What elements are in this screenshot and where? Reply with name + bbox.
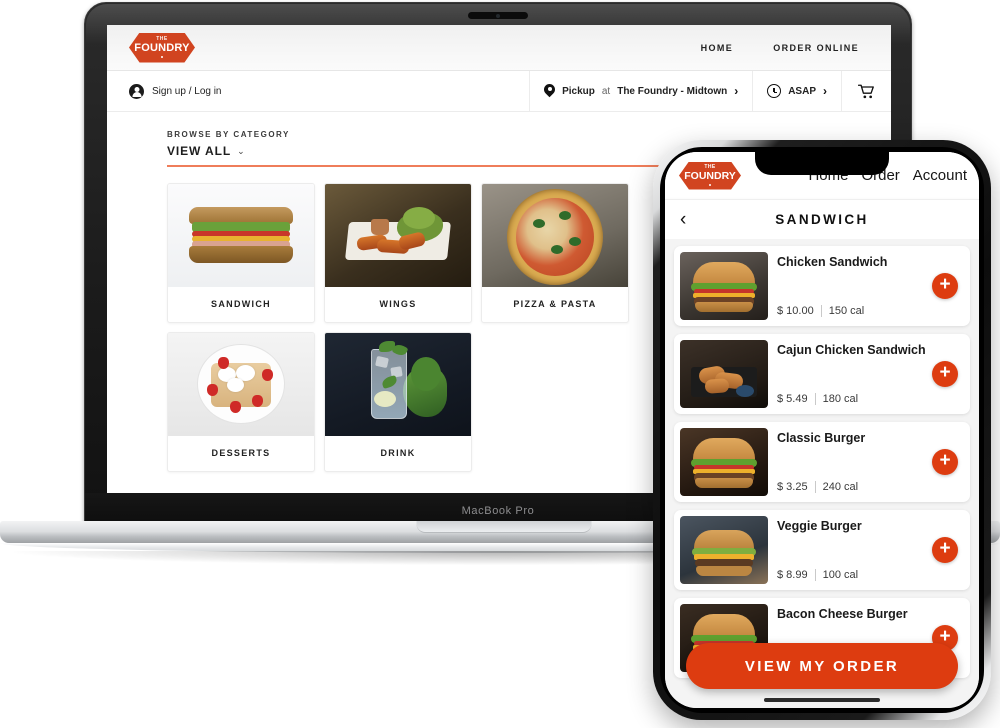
logo-foundry-text: FOUNDRY [134, 42, 190, 54]
category-label: DESSERTS [211, 448, 271, 459]
drink-photo [325, 332, 471, 436]
brand-logo[interactable]: THE FOUNDRY [129, 32, 195, 63]
pizza-photo [482, 183, 628, 287]
chevron-right-icon: › [734, 84, 739, 98]
pickup-mode-label: Pickup [562, 85, 595, 97]
chevron-right-icon-time: › [823, 84, 827, 98]
logo-the-text: THE [156, 36, 168, 42]
item-name: Cajun Chicken Sandwich [777, 343, 926, 357]
back-chevron-icon[interactable]: ‹ [680, 210, 686, 229]
list-item[interactable]: Classic Burger $ 3.25 240 cal + [674, 422, 970, 502]
meta-divider [814, 569, 816, 581]
classic-burger-photo [680, 428, 768, 496]
category-card-pizza-pasta[interactable]: PIZZA & PASTA [481, 182, 629, 323]
item-name: Classic Burger [777, 431, 866, 445]
category-label: PIZZA & PASTA [513, 299, 597, 310]
utility-bar: Sign up / Log in Pickup at The Foundry -… [107, 70, 891, 112]
view-my-order-button[interactable]: VIEW MY ORDER [686, 643, 958, 689]
category-card-sandwich[interactable]: SANDWICH [167, 182, 315, 323]
meta-divider [814, 481, 816, 493]
category-label: DRINK [380, 448, 416, 459]
item-name: Bacon Cheese Burger [777, 607, 908, 621]
item-calories: 100 cal [822, 569, 859, 581]
item-price: $ 8.99 [777, 569, 808, 581]
phone-screen: THE FOUNDRY Home Order Account ‹ SANDWIC… [665, 152, 979, 708]
phone-logo-dot [709, 183, 711, 186]
category-card-desserts[interactable]: DESSERTS [167, 331, 315, 472]
item-name: Chicken Sandwich [777, 255, 888, 269]
cajun-chicken-sandwich-photo [680, 340, 768, 408]
phone-brand-logo[interactable]: THE FOUNDRY [679, 161, 741, 190]
sandwich-photo [168, 183, 314, 287]
item-meta: $ 8.99 100 cal [777, 569, 958, 581]
wings-photo [325, 183, 471, 287]
phone-logo-foundry-text: FOUNDRY [684, 170, 736, 183]
item-price: $ 10.00 [777, 305, 814, 317]
meta-divider [814, 393, 816, 405]
item-price: $ 5.49 [777, 393, 808, 405]
add-item-button[interactable]: + [932, 537, 958, 563]
add-item-button[interactable]: + [932, 273, 958, 299]
nav-item-order-online[interactable]: ORDER ONLINE [773, 43, 859, 53]
cart-button[interactable] [841, 70, 891, 112]
browse-eyebrow: BROWSE BY CATEGORY [167, 130, 290, 139]
item-meta: $ 3.25 240 cal [777, 481, 958, 493]
phone-subheader: ‹ SANDWICH [665, 199, 979, 239]
category-label: WINGS [379, 299, 417, 310]
phone-nav-item-account[interactable]: Account [913, 167, 967, 184]
item-calories: 180 cal [822, 393, 859, 405]
phone-notch [755, 152, 889, 175]
add-item-button[interactable]: + [932, 361, 958, 387]
item-meta: $ 10.00 150 cal [777, 305, 958, 317]
macbook-pro-label: MacBook Pro [461, 505, 535, 517]
item-price: $ 3.25 [777, 481, 808, 493]
home-indicator [764, 698, 880, 702]
view-my-order-label: VIEW MY ORDER [744, 657, 900, 675]
pickup-location-name: The Foundry - Midtown [617, 85, 728, 97]
shopping-cart-icon [858, 84, 875, 99]
webcam-icon [468, 12, 528, 19]
meta-divider [820, 305, 822, 317]
site-header: THE FOUNDRY HOME ORDER ONLINE [107, 25, 891, 71]
phone-page-title: SANDWICH [775, 212, 869, 227]
category-card-drink[interactable]: DRINK [324, 331, 472, 472]
account-link[interactable]: Sign up / Log in [107, 83, 222, 99]
item-calories: 240 cal [822, 481, 859, 493]
nav-item-home[interactable]: HOME [701, 43, 734, 53]
primary-nav: HOME ORDER ONLINE [701, 43, 869, 53]
pickup-location-selector[interactable]: Pickup at The Foundry - Midtown › [529, 70, 752, 112]
add-item-button[interactable]: + [932, 449, 958, 475]
account-label: Sign up / Log in [152, 85, 222, 97]
list-item[interactable]: Cajun Chicken Sandwich $ 5.49 180 cal + [674, 334, 970, 414]
pickup-time-label: ASAP [788, 85, 816, 97]
list-item[interactable]: Veggie Burger $ 8.99 100 cal + [674, 510, 970, 590]
menu-item-list[interactable]: Chicken Sandwich $ 10.00 150 cal + Cajun… [665, 239, 979, 708]
laptop-base-notch [416, 521, 592, 533]
item-name: Veggie Burger [777, 519, 862, 533]
veggie-burger-photo [680, 516, 768, 584]
category-card-wings[interactable]: WINGS [324, 182, 472, 323]
phone-device: THE FOUNDRY Home Order Account ‹ SANDWIC… [653, 140, 991, 720]
pickup-at-word: at [601, 85, 611, 97]
utility-bar-right: Pickup at The Foundry - Midtown › ASAP › [529, 70, 891, 112]
chevron-down-icon: ⌄ [237, 145, 245, 156]
pickup-time-selector[interactable]: ASAP › [752, 70, 841, 112]
clock-icon [767, 84, 782, 98]
item-calories: 150 cal [828, 305, 865, 317]
category-label: SANDWICH [211, 299, 271, 310]
logo-dot [161, 56, 163, 58]
account-icon [129, 83, 144, 99]
chicken-sandwich-photo [680, 252, 768, 320]
desserts-photo [168, 332, 314, 436]
item-meta: $ 5.49 180 cal [777, 393, 958, 405]
view-all-label: VIEW ALL [167, 144, 232, 158]
location-pin-icon [544, 84, 555, 99]
screenshot-stage: THE FOUNDRY HOME ORDER ONLINE Sign up / … [0, 0, 1000, 728]
list-item[interactable]: Chicken Sandwich $ 10.00 150 cal + [674, 246, 970, 326]
